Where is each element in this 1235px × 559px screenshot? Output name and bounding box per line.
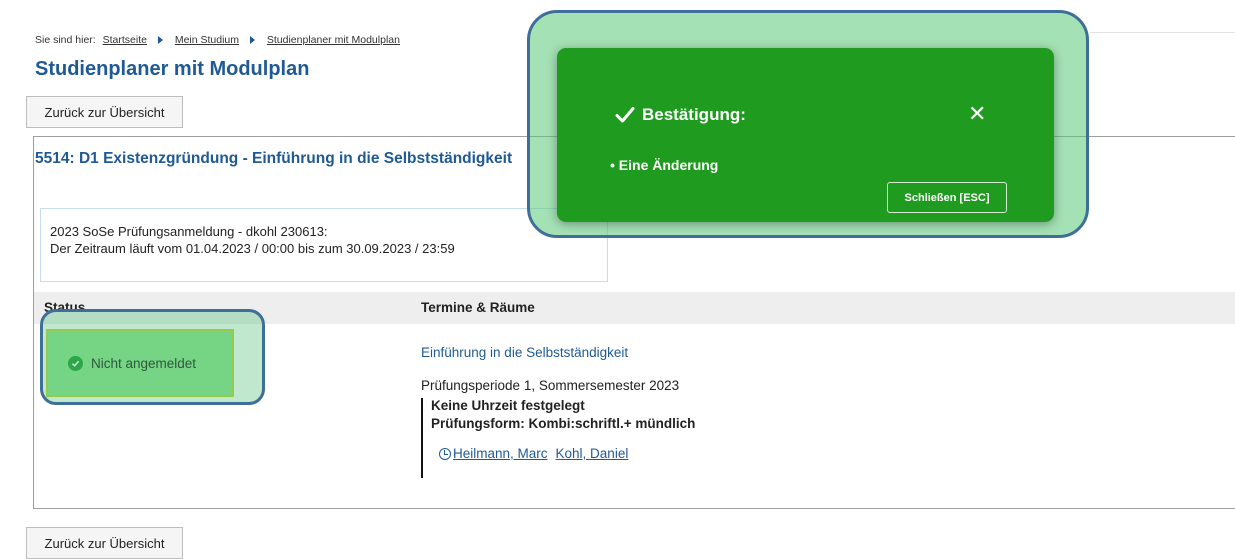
exam-time: Keine Uhrzeit festgelegt: [431, 398, 585, 413]
toast-title: Bestätigung:: [642, 105, 746, 124]
column-header-termine: Termine & Räume: [421, 300, 535, 315]
exam-period: Prüfungsperiode 1, Sommersemester 2023: [421, 378, 680, 393]
breadcrumb-prefix: Sie sind hier:: [35, 34, 96, 46]
registration-period-box: 2023 SoSe Prüfungsanmeldung - dkohl 2306…: [40, 208, 608, 282]
back-to-overview-button[interactable]: Zurück zur Übersicht: [26, 96, 183, 128]
module-title[interactable]: 5514: D1 Existenzgründung - Einführung i…: [35, 150, 512, 168]
clock-icon: [439, 447, 451, 460]
examiners: Heilmann, Marc Kohl, Daniel: [439, 446, 636, 461]
header-divider: [1090, 32, 1235, 33]
exam-form: Prüfungsform: Kombi:schriftl.+ mündlich: [431, 416, 696, 431]
examiner-link-heilmann[interactable]: Heilmann, Marc: [453, 446, 548, 461]
confirmation-toast: Bestätigung: ✕ • Eine Änderung Schließen…: [557, 48, 1054, 222]
breadcrumb: Sie sind hier: Startseite Mein Studium S…: [35, 34, 400, 46]
chevron-right-icon: [249, 36, 255, 45]
close-icon[interactable]: ✕: [968, 103, 986, 125]
period-line-1: 2023 SoSe Prüfungsanmeldung - dkohl 2306…: [50, 224, 328, 239]
chevron-right-icon: [157, 36, 163, 45]
close-esc-button[interactable]: Schließen [ESC]: [887, 182, 1007, 213]
event-link[interactable]: Einführung in die Selbstständigkeit: [421, 345, 628, 360]
breadcrumb-studienplaner[interactable]: Studienplaner mit Modulplan: [267, 34, 400, 46]
breadcrumb-mein-studium[interactable]: Mein Studium: [175, 34, 239, 46]
back-to-overview-button-bottom[interactable]: Zurück zur Übersicht: [26, 527, 183, 559]
toast-message: • Eine Änderung: [610, 157, 719, 173]
breadcrumb-startseite[interactable]: Startseite: [103, 34, 147, 46]
status-highlight-overlay: [40, 309, 265, 405]
page-title: Studienplaner mit Modulplan: [35, 58, 310, 80]
period-line-2: Der Zeitraum läuft vom 01.04.2023 / 00:0…: [50, 241, 455, 256]
examiner-link-kohl[interactable]: Kohl, Daniel: [556, 446, 629, 461]
checkmark-icon: [615, 106, 635, 129]
exam-details: Keine Uhrzeit festgelegt Prüfungsform: K…: [421, 398, 753, 478]
